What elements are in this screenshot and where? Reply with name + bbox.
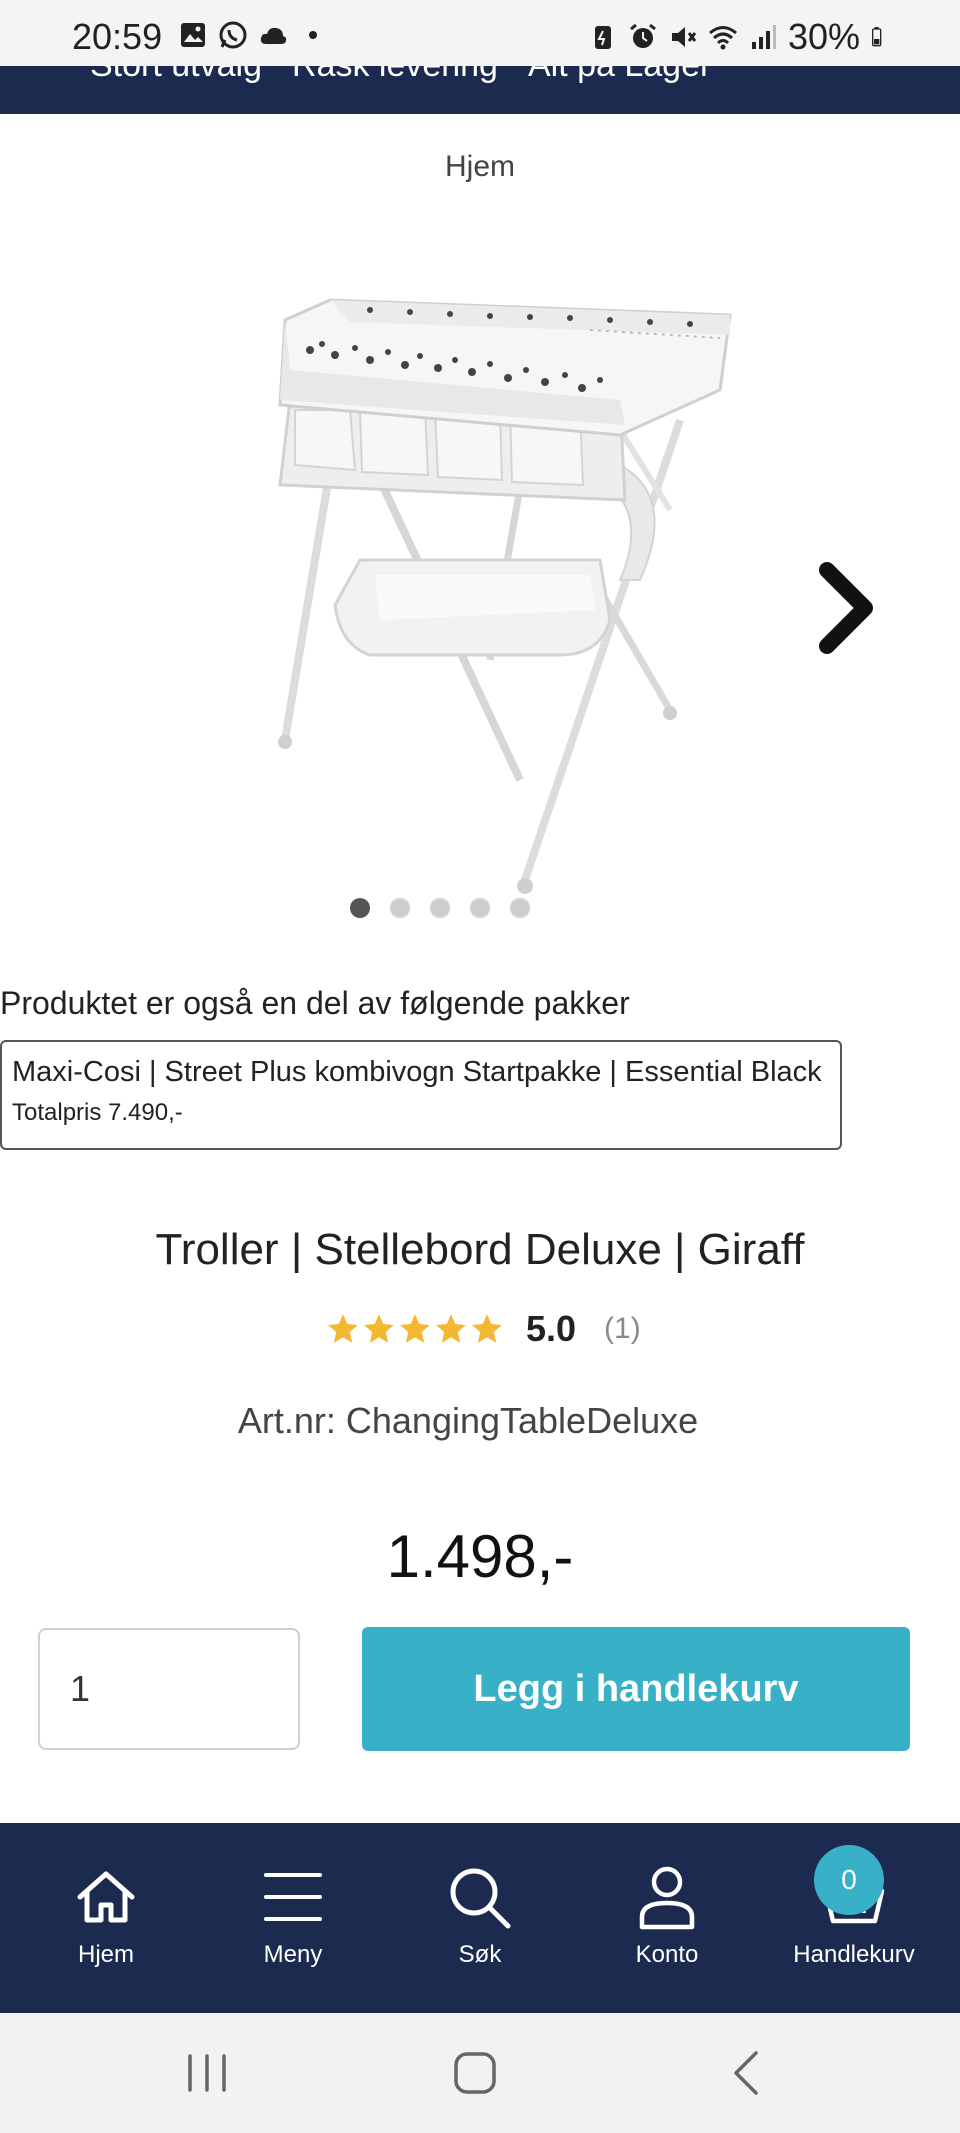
gallery-next-arrow-icon[interactable]	[815, 558, 885, 658]
product-title: Troller | Stellebord Deluxe | Giraff	[155, 1225, 805, 1274]
nav-label-menu: Meny	[263, 1941, 323, 1968]
rating-value: 5.0	[526, 1308, 577, 1349]
nav-item-home[interactable]: Hjem	[26, 1823, 186, 2013]
nav-label-cart: Handlekurv	[793, 1941, 915, 1968]
signal-icon	[751, 25, 776, 49]
promo-item: Stort utvalg	[90, 66, 262, 85]
rating-row[interactable]: 5.0 (1)	[326, 1308, 641, 1350]
product-price: 1.498,-	[386, 1523, 574, 1590]
gallery-dot[interactable]	[430, 898, 450, 918]
package-title: Maxi-Cosi | Street Plus kombivogn Startp…	[12, 1056, 822, 1088]
gallery-dot-active[interactable]	[350, 898, 370, 918]
status-system-icons: 30%	[588, 16, 890, 58]
gallery-dot[interactable]	[390, 898, 410, 918]
nav-label-search: Søk	[458, 1941, 502, 1968]
status-bar: 20:59 30%	[0, 0, 960, 66]
product-image	[278, 298, 732, 894]
mute-icon	[671, 27, 697, 47]
bottom-nav: Hjem Meny Søk Konto Handlekurv	[0, 1823, 960, 2013]
cart-count-badge: 0	[814, 1845, 884, 1915]
gallery-dot[interactable]	[470, 898, 490, 918]
promo-bar: Stort utvalg Rask levering Alt på Lager	[0, 66, 960, 114]
recent-apps-icon[interactable]	[182, 2048, 232, 2098]
promo-item: Alt på Lager	[528, 66, 711, 85]
star-icon	[472, 1314, 502, 1343]
image-icon	[181, 23, 205, 47]
packages-heading: Produktet er også en del av følgende pak…	[0, 985, 630, 1021]
star-icon	[328, 1314, 358, 1343]
star-rating	[326, 1312, 504, 1346]
star-icon	[436, 1314, 466, 1343]
battery-icon	[872, 27, 882, 47]
rating-count: (1)	[604, 1312, 641, 1345]
star-icon	[400, 1314, 430, 1343]
home-icon	[77, 1871, 135, 1923]
nav-item-search[interactable]: Søk	[400, 1823, 560, 2013]
nav-label-home: Hjem	[77, 1941, 134, 1968]
article-number: Art.nr: ChangingTableDeluxe	[237, 1400, 699, 1441]
status-notification-icons	[178, 20, 328, 50]
cloud-icon	[260, 27, 287, 44]
quantity-input[interactable]	[38, 1628, 300, 1750]
battery-saver-icon	[594, 26, 611, 49]
breadcrumb: Hjem	[0, 150, 960, 184]
add-to-cart-button[interactable]: Legg i handlekurv	[362, 1627, 910, 1751]
user-icon	[639, 1866, 695, 1930]
dot-icon	[309, 31, 317, 39]
wifi-icon	[708, 26, 737, 50]
nav-label-account: Konto	[635, 1941, 699, 1968]
status-time: 20:59	[72, 16, 163, 57]
package-card[interactable]: Maxi-Cosi | Street Plus kombivogn Startp…	[0, 1040, 842, 1150]
promo-item: Rask levering	[292, 66, 498, 85]
menu-icon	[264, 1873, 322, 1921]
gallery-pagination	[0, 898, 920, 918]
promo-items: Stort utvalg Rask levering Alt på Lager	[90, 66, 711, 85]
alarm-icon	[630, 23, 656, 48]
back-icon[interactable]	[722, 2048, 772, 2098]
nav-item-menu[interactable]: Meny	[213, 1823, 373, 2013]
system-nav-bar	[0, 2013, 960, 2133]
home-button-icon[interactable]	[450, 2048, 500, 2098]
gallery-dot[interactable]	[510, 898, 530, 918]
search-icon	[450, 1868, 511, 1929]
whatsapp-icon	[219, 21, 247, 49]
package-total-price: Totalpris 7.490,-	[12, 1099, 183, 1126]
nav-item-account[interactable]: Konto	[587, 1823, 747, 2013]
breadcrumb-home-link[interactable]: Hjem	[445, 150, 515, 183]
battery-percent: 30%	[787, 16, 860, 57]
product-gallery[interactable]	[0, 240, 960, 900]
star-icon	[364, 1314, 394, 1343]
